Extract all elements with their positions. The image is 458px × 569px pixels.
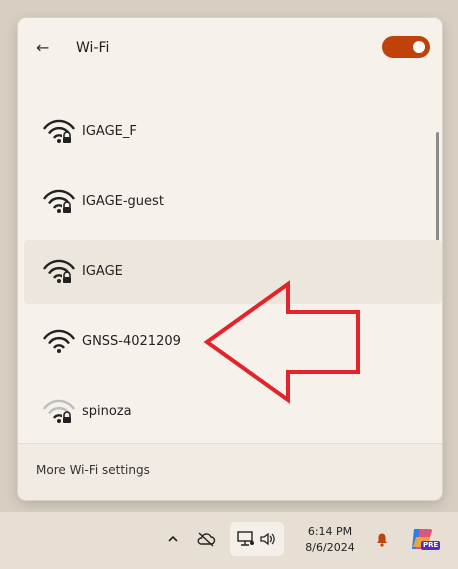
more-wifi-settings-link[interactable]: More Wi-Fi settings [36,463,150,477]
copilot-icon[interactable]: PRE [408,525,441,553]
network-item[interactable]: spinoza [24,380,442,444]
page-title: Wi-Fi [76,40,110,56]
network-name: IGAGE-guest [82,194,164,209]
flyout-header: ← Wi-Fi [18,18,442,76]
wifi-weak-secure-icon [43,399,75,423]
wifi-toggle[interactable] [382,36,430,58]
clock-time[interactable]: 6:14 PM [300,525,360,539]
wifi-secure-icon [43,259,75,283]
wifi-secure-icon [43,189,75,213]
network-name: GNSS-4021209 [82,334,181,349]
back-arrow-icon: ← [36,38,50,57]
network-item-selected[interactable]: IGAGE [24,240,442,304]
network-item[interactable]: GNSS-4021209 [24,310,442,374]
wifi-flyout: ← Wi-Fi IGAGE_F IGAGE-guest IGAGE GNSS-4… [18,18,442,500]
wifi-secure-icon [43,119,75,143]
network-item[interactable]: IGAGE_F [24,100,442,164]
toggle-knob [413,41,425,53]
volume-icon [260,532,275,546]
network-name: IGAGE [82,264,123,279]
back-button[interactable]: ← [36,38,56,58]
ethernet-icon [237,531,254,546]
network-name: spinoza [82,404,132,419]
chevron-up-icon[interactable] [166,532,180,546]
clock-date[interactable]: 8/6/2024 [300,541,360,555]
network-volume-button[interactable] [230,522,284,556]
network-item[interactable]: IGAGE-guest [24,170,442,234]
notification-bell-icon[interactable] [374,530,390,548]
preview-badge: PRE [421,541,441,550]
cloud-off-icon[interactable] [196,530,216,548]
taskbar: 6:14 PM 8/6/2024 PRE [0,512,458,569]
wifi-open-icon [43,329,75,353]
flyout-footer: More Wi-Fi settings [18,443,442,500]
network-name: IGAGE_F [82,124,137,139]
